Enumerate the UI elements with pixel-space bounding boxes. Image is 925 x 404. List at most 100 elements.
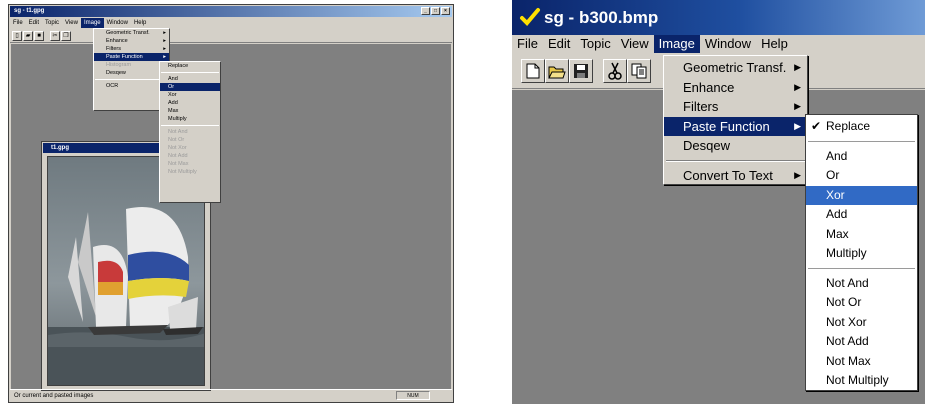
submenu-arrow-icon: ▶: [794, 120, 801, 131]
paste-item-not-add[interactable]: Not Add: [806, 332, 917, 352]
paste-separator-1: [808, 140, 915, 142]
left-ocr-label: OCR: [106, 83, 119, 89]
cut-icon[interactable]: [603, 59, 627, 83]
menu-file[interactable]: File: [10, 18, 26, 28]
menu-file[interactable]: File: [512, 35, 543, 53]
child-title-text: t1.gpg: [51, 145, 69, 151]
menu-item-desqew[interactable]: Desqew: [664, 136, 807, 156]
paste-item-not-multiply[interactable]: Not Multiply: [806, 371, 917, 391]
menu-item-paste-function[interactable]: Paste Function ▶: [664, 116, 807, 136]
save-icon[interactable]: ■: [34, 31, 44, 41]
left-paste-multiply[interactable]: Multiply: [160, 115, 220, 123]
left-menu-separator: [95, 79, 168, 80]
submenu-arrow-icon: ▶: [794, 81, 801, 92]
left-geometric-label: Geometric Transf.: [106, 30, 150, 36]
menu-help[interactable]: Help: [131, 18, 149, 28]
copy-icon[interactable]: [627, 59, 651, 83]
left-menu-item-enhance[interactable]: Enhance ▸: [94, 37, 169, 45]
left-title-text: sg - t1.gpg: [14, 8, 45, 14]
left-paste-not-or: Not Or: [168, 137, 185, 143]
left-menu-item-desqew[interactable]: Desqew: [94, 69, 169, 77]
left-menu-item-geometric[interactable]: Geometric Transf. ▸: [94, 29, 169, 37]
left-paste-replace[interactable]: Replace: [160, 62, 220, 70]
maximize-button[interactable]: □: [431, 7, 440, 15]
menu-window[interactable]: Window: [104, 18, 131, 28]
desqew-label: Desqew: [683, 138, 730, 153]
paste-function-label: Paste Function: [683, 118, 770, 134]
checkmark-icon: ✔: [811, 119, 822, 133]
cut-icon[interactable]: ✂: [50, 31, 60, 41]
left-status-text: Or current and pasted images: [14, 393, 94, 399]
paste-function-submenu: ✔ Replace And Or Xor Add Max Multiply No…: [805, 114, 918, 391]
menu-image[interactable]: Image: [653, 35, 700, 53]
minimize-button[interactable]: _: [421, 7, 430, 15]
left-paste-add[interactable]: Add: [160, 99, 220, 107]
left-menu-item-ocr[interactable]: OCR: [94, 82, 169, 90]
left-title-bar: sg - t1.gpg _ □ ×: [10, 6, 452, 17]
left-toolbar: ▯ ▰ ■ ✂ ❐: [10, 29, 452, 43]
geometric-transf-label: Geometric Transf.: [683, 60, 787, 75]
convert-to-text-label: Convert To Text: [683, 167, 773, 183]
paste-item-max[interactable]: Max: [806, 225, 917, 245]
menu-item-filters[interactable]: Filters ▶: [664, 97, 807, 117]
left-paste-and[interactable]: And: [160, 75, 220, 83]
open-folder-icon[interactable]: [545, 59, 569, 83]
menu-edit[interactable]: Edit: [26, 18, 42, 28]
left-paste-not-multiply: Not Multiply: [168, 169, 197, 175]
menu-item-geometric-transf[interactable]: Geometric Transf. ▶: [664, 58, 807, 78]
left-paste-xor[interactable]: Xor: [160, 91, 220, 99]
menu-item-enhance[interactable]: Enhance ▶: [664, 78, 807, 98]
paste-item-and[interactable]: And: [806, 147, 917, 167]
menu-edit[interactable]: Edit: [543, 35, 575, 53]
filters-label: Filters: [683, 99, 719, 114]
menu-topic[interactable]: Topic: [575, 35, 615, 53]
paste-item-multiply[interactable]: Multiply: [806, 244, 917, 264]
open-folder-icon[interactable]: ▰: [23, 31, 33, 41]
left-paste-not-and: Not And: [168, 129, 188, 135]
left-menu-item-filters[interactable]: Filters ▸: [94, 45, 169, 53]
left-paste-max[interactable]: Max: [160, 107, 220, 115]
menu-separator: [666, 159, 805, 162]
left-enhance-label: Enhance: [106, 38, 128, 44]
menu-view[interactable]: View: [62, 18, 81, 28]
paste-item-or[interactable]: Or: [806, 166, 917, 186]
paste-item-not-xor[interactable]: Not Xor: [806, 313, 917, 333]
enhance-label: Enhance: [683, 79, 735, 95]
menu-view[interactable]: View: [616, 35, 654, 53]
menu-help[interactable]: Help: [756, 35, 793, 53]
left-paste-not-add: Not Add: [168, 153, 188, 159]
paste-item-not-and[interactable]: Not And: [806, 274, 917, 294]
new-file-icon[interactable]: [521, 59, 545, 83]
left-desqew-label: Desqew: [106, 70, 126, 76]
left-paste-separator-1: [161, 72, 219, 73]
paste-item-not-max[interactable]: Not Max: [806, 352, 917, 372]
submenu-arrow-icon: ▶: [794, 101, 801, 111]
menu-image[interactable]: Image: [80, 18, 104, 28]
menu-window[interactable]: Window: [700, 35, 756, 53]
right-menu-bar: File Edit Topic View Image Window Help: [512, 35, 925, 53]
paste-item-xor[interactable]: Xor: [806, 185, 917, 205]
right-title-text: sg - b300.bmp: [544, 8, 659, 27]
save-icon[interactable]: [569, 59, 593, 83]
menu-topic[interactable]: Topic: [42, 18, 62, 28]
paste-separator-2: [808, 267, 915, 269]
submenu-arrow-icon: ▶: [794, 169, 801, 180]
left-paste-not-xor: Not Xor: [168, 145, 187, 151]
paste-item-replace[interactable]: ✔ Replace: [806, 117, 917, 137]
close-button[interactable]: ×: [441, 7, 450, 15]
paste-item-add[interactable]: Add: [806, 205, 917, 225]
left-menu-bar: File Edit Topic View Image Window Help: [10, 18, 452, 28]
copy-icon[interactable]: ❐: [61, 31, 71, 41]
num-lock-indicator: NUM: [396, 391, 430, 400]
left-menu-item-histogram: Histogram: [94, 61, 169, 69]
menu-item-convert-to-text[interactable]: Convert To Text ▶: [664, 166, 807, 186]
left-menu-item-paste-function[interactable]: Paste Function ▸: [94, 53, 169, 61]
replace-label: Replace: [826, 119, 871, 133]
new-file-icon[interactable]: ▯: [12, 31, 22, 41]
left-paste-label: Paste Function: [106, 54, 143, 60]
left-paste-or[interactable]: Or: [160, 83, 220, 91]
right-image-menu: Geometric Transf. ▶ Enhance ▶ Filters ▶ …: [663, 55, 808, 185]
paste-item-not-or[interactable]: Not Or: [806, 293, 917, 313]
right-title-bar: sg - b300.bmp: [512, 0, 925, 35]
left-paste-not-max: Not Max: [168, 161, 189, 167]
